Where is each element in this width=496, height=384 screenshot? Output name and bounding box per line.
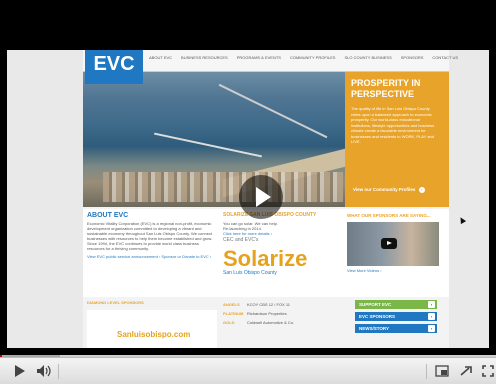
tier-value: Coldwell Automotive & Co. (247, 320, 295, 325)
about-links: View EVC public service announcement › S… (87, 254, 212, 259)
promo-panel: PROSPERITY IN PERSPECTIVE The quality of… (345, 72, 449, 207)
tier-value: Richardson Properties (247, 311, 287, 316)
evc-logo: EVC (85, 50, 143, 84)
promo-body: The quality of life in San Luis Obispo C… (351, 106, 435, 144)
popout-icon[interactable] (456, 362, 476, 380)
tier-label: GOLD (223, 320, 235, 325)
fullscreen-icon[interactable] (478, 362, 496, 380)
nav-item: ABOUT EVC (149, 55, 173, 60)
site-action-label: EVC SPONSORS (359, 314, 396, 319)
site-action-button: EVC SPONSORS › (355, 312, 437, 321)
promo-link: View our Community Profiles › (353, 187, 425, 193)
about-column: ABOUT EVC Economic Vitality Corporation … (87, 212, 217, 259)
diamond-sponsors-label: DIAMOND LEVEL SPONSORS (87, 300, 144, 305)
nav-item: CONTACT US (432, 55, 459, 60)
divider (426, 364, 427, 379)
solar-subtitle: San Luis Obispo County (223, 270, 277, 276)
sponsor-tiers: ANGELS KCOY CBS 12 / FOX 11 PLATINUM Richar… (223, 300, 294, 327)
site-action-button: NEWS/STORY › (355, 324, 437, 333)
nav-item: BUSINESS RESOURCES (181, 55, 228, 60)
content-row: ABOUT EVC Economic Vitality Corporation … (83, 209, 449, 297)
tier-label: ANGELS (223, 302, 240, 307)
nav-item: COMMUNITY PROFILES (289, 55, 336, 60)
sponsor-tier: GOLD Coldwell Automotive & Co. (223, 318, 294, 327)
site-action-button: SUPPORT EVC › (355, 300, 437, 309)
arrow-icon: › (428, 325, 435, 332)
sponsors-title: WHAT OUR SPONSORS ARE SAYING... (347, 213, 431, 218)
arrow-icon: › (418, 187, 425, 193)
sponsor-card: Sanluisobispo.com (87, 310, 217, 348)
sponsor-video-thumbnail (347, 222, 439, 266)
site-action-label: SUPPORT EVC (359, 302, 392, 307)
solar-title: SOLARIZE SAN LUIS OBISPO COUNTY (223, 212, 317, 218)
logo-text: EVC (93, 53, 135, 75)
miniplayer-icon[interactable] (432, 362, 452, 380)
sponsor-tier: ANGELS KCOY CBS 12 / FOX 11 (223, 300, 294, 309)
site-header: EVC ABOUT EVC BUSINESS RESOURCES PROGRAMS … (83, 50, 458, 84)
youtube-play-icon (381, 238, 397, 249)
control-bar (0, 357, 496, 384)
promo-link-text: View our Community Profiles (353, 187, 416, 192)
sponsor-row: DIAMOND LEVEL SPONSORS Sanluisobispo.com… (83, 298, 449, 348)
more-videos-link: View More Videos › (347, 268, 382, 273)
site-action-label: NEWS/STORY (359, 326, 390, 331)
pier-shape (218, 83, 328, 139)
hero-image (83, 72, 345, 207)
pier-shape (153, 132, 263, 158)
nav-item: SPONSORS (400, 55, 424, 60)
action-buttons: SUPPORT EVC › EVC SPONSORS › NEWS/STORY › (355, 300, 437, 336)
town-shape (103, 172, 343, 202)
solarize-logo: Solarize (223, 246, 308, 271)
play-button-overlay[interactable] (239, 175, 283, 219)
sponsor-card-text: Sanluisobispo.com (117, 330, 191, 339)
sponsors-column: WHAT OUR SPONSORS ARE SAYING... View Mor… (347, 213, 445, 273)
video-frame[interactable]: EVC ABOUT EVC BUSINESS RESOURCES PROGRAMS … (7, 50, 489, 348)
about-body: Economic Vitality Corporation (EVC) is a… (87, 221, 213, 251)
nav-item: PROGRAMS & EVENTS (236, 55, 281, 60)
promo-title: PROSPERITY IN PERSPECTIVE (351, 78, 421, 99)
about-title: ABOUT EVC (87, 212, 129, 219)
tier-value: KCOY CBS 12 / FOX 11 (247, 302, 290, 307)
volume-icon[interactable] (34, 362, 54, 380)
solar-column: SOLARIZE SAN LUIS OBISPO COUNTY You can … (223, 213, 341, 276)
tier-label: PLATINUM (223, 311, 244, 316)
arrow-icon: › (428, 301, 435, 308)
solar-cec: CEC and EVC's (223, 237, 259, 243)
divider (58, 364, 59, 379)
site-nav: ABOUT EVC BUSINESS RESOURCES PROGRAMS & EV… (149, 55, 458, 60)
arrow-icon: › (428, 313, 435, 320)
sponsor-tier: PLATINUM Richardson Properties (223, 309, 294, 318)
play-icon[interactable] (10, 362, 30, 380)
solar-line3: Click here for more details › (223, 231, 272, 236)
nav-item: SLO COUNTY BUSINESS (344, 55, 392, 60)
